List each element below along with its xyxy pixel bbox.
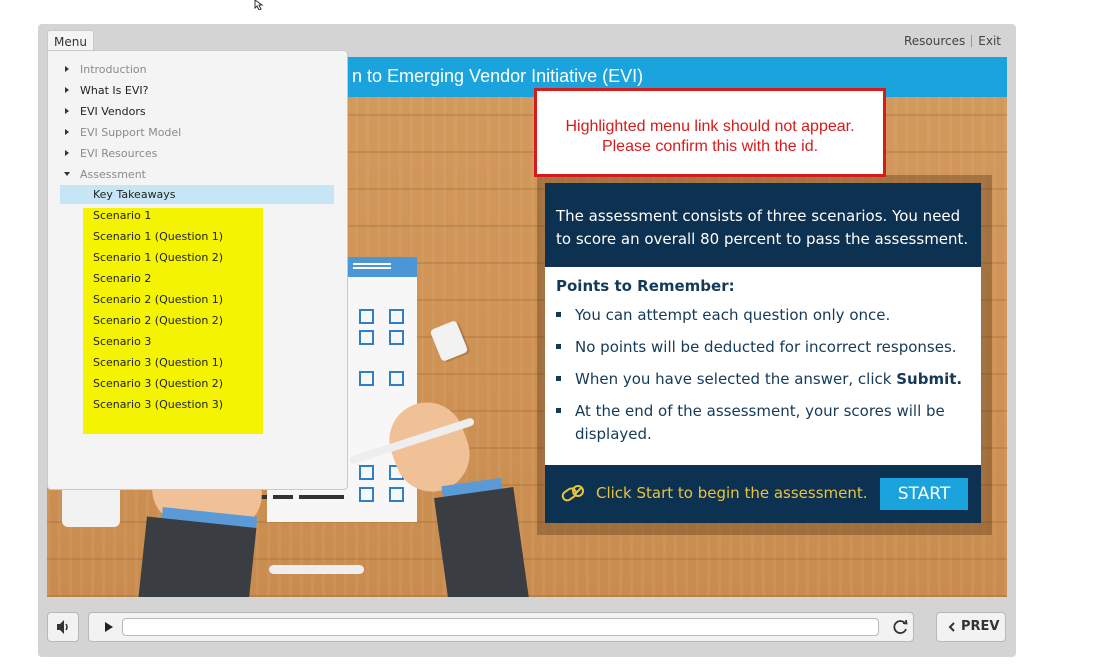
menu-panel: Introduction What Is EVI? EVI Vendors EV… (47, 50, 348, 490)
prev-label: PREV (961, 619, 1000, 634)
prev-button[interactable]: PREV (936, 612, 1006, 642)
review-callout: Highlighted menu link should not appear.… (534, 88, 886, 177)
progress-bar[interactable] (122, 618, 879, 636)
submit-word: Submit. (896, 370, 963, 388)
menu-subitem[interactable]: Scenario 2 (Question 2) (93, 310, 223, 331)
point-item: You can attempt each question only once. (556, 304, 970, 327)
point-item: No points will be deducted for incorrect… (556, 336, 970, 359)
menu-subitem[interactable]: Scenario 1 (93, 205, 151, 226)
link-divider (971, 35, 973, 47)
exit-link[interactable]: Exit (978, 34, 1001, 48)
assessment-panel: The assessment consists of three scenari… (545, 183, 981, 523)
callout-line-1: Highlighted menu link should not appear. (565, 118, 855, 135)
pills-icon (561, 485, 584, 502)
menu-item-key-takeaways[interactable]: Key Takeaways (93, 184, 176, 205)
mouse-cursor-icon (254, 0, 264, 10)
chevron-left-icon (948, 622, 955, 632)
points-list: You can attempt each question only once.… (556, 304, 970, 446)
points-section: Points to Remember: You can attempt each… (545, 267, 981, 465)
points-heading: Points to Remember: (556, 277, 735, 295)
slide-title: n to Emerging Vendor Initiative (EVI) (352, 66, 644, 86)
panel-footer: Click Start to begin the assessment. STA… (545, 465, 981, 523)
course-player: Resources Exit Menu n to Emerging Vendor … (38, 24, 1016, 657)
menu-subitem[interactable]: Scenario 3 (93, 331, 151, 352)
top-links: Resources Exit (904, 34, 1001, 48)
point-item: At the end of the assessment, your score… (556, 400, 970, 446)
pen-illustration (269, 565, 364, 574)
replay-icon[interactable] (889, 613, 913, 641)
paper-header-illustration (347, 257, 417, 277)
menu-subitem[interactable]: Scenario 1 (Question 1) (93, 226, 223, 247)
menu-subitem[interactable]: Scenario 2 (93, 268, 151, 289)
start-instruction: Click Start to begin the assessment. (596, 484, 868, 502)
volume-icon (57, 620, 68, 634)
volume-button[interactable] (47, 612, 79, 642)
menu-subitem[interactable]: Scenario 3 (Question 1) (93, 352, 223, 373)
menu-subitem[interactable]: Scenario 2 (Question 1) (93, 289, 223, 310)
menu-subitem[interactable]: Scenario 3 (Question 3) (93, 394, 223, 415)
callout-line-2: Please confirm this with the id. (601, 138, 819, 155)
start-button[interactable]: START (880, 478, 968, 510)
play-icon[interactable] (97, 613, 121, 641)
menu-subitem[interactable]: Scenario 1 (Question 2) (93, 247, 223, 268)
menu-subitem[interactable]: Scenario 3 (Question 2) (93, 373, 223, 394)
eraser-illustration (429, 319, 469, 363)
resources-link[interactable]: Resources (904, 34, 965, 48)
assessment-intro: The assessment consists of three scenari… (545, 183, 981, 267)
point-item: When you have selected the answer, click… (556, 368, 970, 391)
